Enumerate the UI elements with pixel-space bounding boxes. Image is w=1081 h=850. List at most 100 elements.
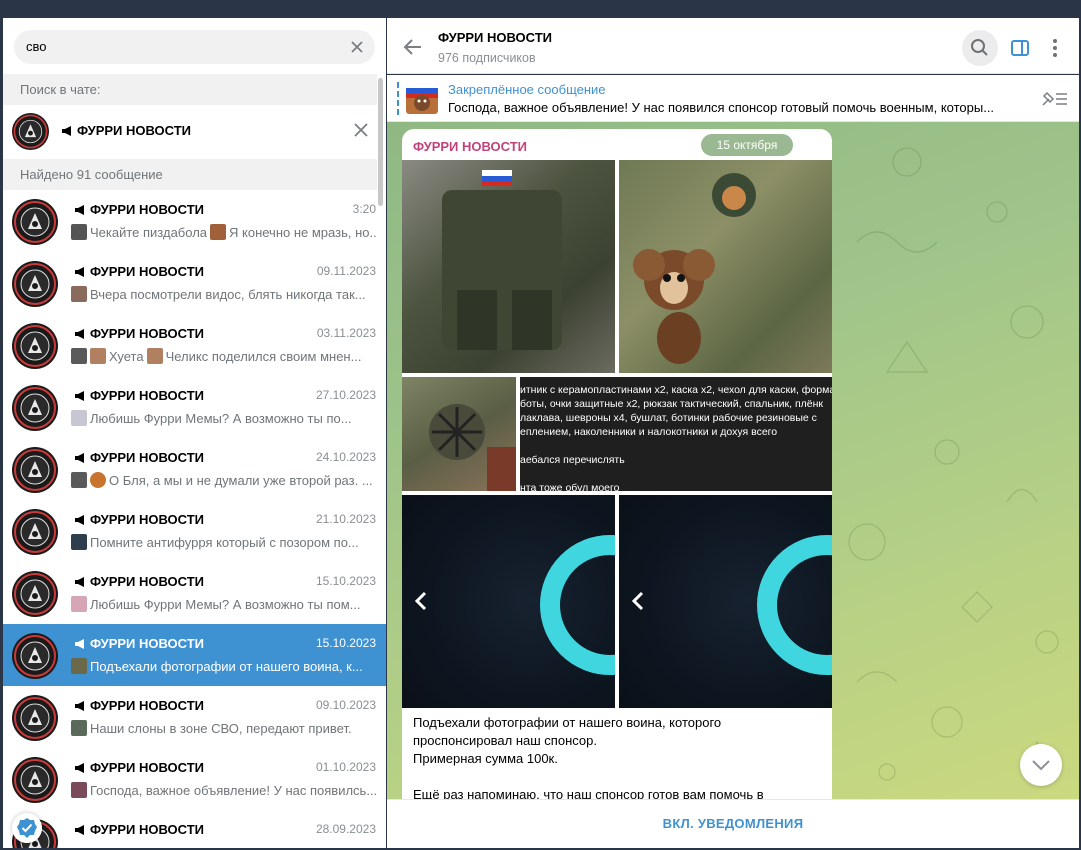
megaphone-icon bbox=[75, 763, 84, 773]
chat-title[interactable]: ФУРРИ НОВОСТИ bbox=[438, 30, 552, 45]
photo-patch-art bbox=[429, 404, 516, 491]
search-result-row[interactable]: ФУРРИ НОВОСТИ 01.10.2023 Господа, важное… bbox=[3, 748, 386, 810]
result-date: 03.11.2023 bbox=[316, 326, 376, 340]
search-result-row[interactable]: ФУРРИ НОВОСТИ 27.10.2023 Любишь Фурри Ме… bbox=[3, 376, 386, 438]
result-preview: Хуета Челикс поделился своим мнен... bbox=[71, 348, 377, 364]
result-preview-text: Я конечно не мразь, но... bbox=[229, 224, 377, 240]
photo-patch[interactable] bbox=[402, 377, 516, 491]
close-icon[interactable] bbox=[353, 122, 369, 138]
search-icon bbox=[971, 39, 988, 56]
pinned-text: Господа, важное объявление! У нас появил… bbox=[448, 100, 995, 115]
search-result-row[interactable]: ФУРРИ НОВОСТИ 21.10.2023 Помните антифур… bbox=[3, 500, 386, 562]
clear-icon[interactable] bbox=[349, 39, 365, 55]
pinned-message-bar[interactable]: Закреплённое сообщение Господа, важное о… bbox=[387, 75, 1079, 122]
sidebar-toggle-button[interactable] bbox=[1002, 30, 1038, 66]
more-button[interactable] bbox=[1037, 30, 1073, 66]
search-input[interactable]: сво bbox=[14, 30, 375, 64]
photo-vest-toy-art bbox=[633, 173, 756, 364]
photo-loading-1[interactable] bbox=[402, 495, 615, 708]
chat-filter[interactable]: ФУРРИ НОВОСТИ bbox=[3, 105, 377, 157]
result-title: ФУРРИ НОВОСТИ bbox=[74, 450, 204, 465]
more-icon bbox=[1053, 39, 1057, 57]
pinned-title: Закреплённое сообщение bbox=[448, 82, 606, 97]
result-preview: Чекайте пиздабола Я конечно не мразь, но.… bbox=[71, 224, 377, 240]
search-result-row[interactable]: ФУРРИ НОВОСТИ 28.09.2023 bbox=[3, 810, 386, 848]
result-preview: Помните антифурря который с позором по..… bbox=[71, 534, 377, 550]
search-results: ФУРРИ НОВОСТИ 3:20 Чекайте пиздабола Я ко… bbox=[3, 190, 386, 848]
chevron-left-icon[interactable] bbox=[414, 591, 428, 611]
megaphone-icon bbox=[75, 825, 84, 835]
chat-filter-label: ФУРРИ НОВОСТИ bbox=[77, 123, 192, 138]
result-preview-text: Хуета bbox=[109, 348, 144, 364]
screenshot-line: еплением, наколенники и налокотники и до… bbox=[520, 426, 778, 438]
search-result-row[interactable]: ФУРРИ НОВОСТИ 24.10.2023 О Бля, а мы и н… bbox=[3, 438, 386, 500]
channel-avatar bbox=[12, 509, 58, 555]
result-title: ФУРРИ НОВОСТИ bbox=[74, 264, 204, 279]
result-title: ФУРРИ НОВОСТИ bbox=[74, 636, 204, 651]
result-title-text: ФУРРИ НОВОСТИ bbox=[90, 574, 205, 589]
megaphone-icon bbox=[75, 639, 84, 649]
photo-list-screenshot[interactable]: итник с керамопластинами х2, каска х2, ч… bbox=[520, 377, 832, 491]
verified-icon[interactable] bbox=[12, 813, 42, 843]
search-query[interactable]: сво bbox=[26, 39, 47, 54]
message-bubble[interactable]: ФУРРИ НОВОСТИ 15 октября итник с керамоп… bbox=[402, 129, 832, 799]
unpin-list-icon[interactable] bbox=[1041, 89, 1069, 107]
screenshot-line: итник с керамопластинами х2, каска х2, ч… bbox=[520, 384, 832, 396]
search-result-row[interactable]: ФУРРИ НОВОСТИ 15.10.2023 Любишь Фурри Ме… bbox=[3, 562, 386, 624]
back-icon[interactable] bbox=[403, 38, 423, 56]
photo-backpack-art bbox=[442, 170, 562, 350]
media-thumbnail bbox=[71, 410, 87, 426]
sidebar: сво Поиск в чате: ФУРРИ НОВОСТИ Найдено … bbox=[3, 18, 386, 848]
message-author[interactable]: ФУРРИ НОВОСТИ bbox=[413, 139, 527, 154]
search-result-row[interactable]: ФУРРИ НОВОСТИ 03.11.2023 Хуета Челикс под… bbox=[3, 314, 386, 376]
photo-loading-2[interactable] bbox=[619, 495, 832, 708]
result-preview-text: Челикс поделился своим мнен... bbox=[165, 348, 362, 364]
result-title-text: ФУРРИ НОВОСТИ bbox=[90, 698, 205, 713]
megaphone-icon bbox=[75, 391, 84, 401]
media-thumbnail bbox=[71, 720, 87, 736]
search-result-row[interactable]: ФУРРИ НОВОСТИ 09.10.2023 Наши слоны в зо… bbox=[3, 686, 386, 748]
bottom-bar: ВКЛ. УВЕДОМЛЕНИЯ bbox=[387, 799, 1079, 848]
megaphone-icon bbox=[75, 701, 84, 711]
result-date: 09.10.2023 bbox=[315, 698, 376, 712]
result-preview: О Бля, а мы и не думали уже второй раз. … bbox=[71, 472, 377, 488]
result-preview-text: Наши слоны в зоне СВО, передают привет. bbox=[90, 720, 352, 736]
screenshot-line bbox=[520, 439, 832, 453]
enable-notifications-button[interactable]: ВКЛ. УВЕДОМЛЕНИЯ bbox=[387, 800, 1079, 848]
megaphone-icon bbox=[75, 267, 84, 277]
result-date: 09.11.2023 bbox=[316, 264, 376, 278]
result-title: ФУРРИ НОВОСТИ bbox=[74, 574, 204, 589]
search-result-row[interactable]: ФУРРИ НОВОСТИ 3:20 Чекайте пиздабола Я ко… bbox=[3, 190, 386, 252]
result-title-text: ФУРРИ НОВОСТИ bbox=[90, 264, 205, 279]
result-preview-text: Подъехали фотографии от нашего воина, к.… bbox=[90, 658, 363, 674]
result-title: ФУРРИ НОВОСТИ bbox=[74, 822, 204, 837]
result-title: ФУРРИ НОВОСТИ bbox=[74, 760, 204, 775]
scroll-down-button[interactable] bbox=[1020, 744, 1062, 786]
search-button[interactable] bbox=[962, 30, 998, 66]
result-preview: Любишь Фурри Мемы? А возможно ты по... bbox=[71, 410, 377, 426]
message-line: Подъехали фотографии от нашего воина, ко… bbox=[413, 715, 722, 730]
result-title-text: ФУРРИ НОВОСТИ bbox=[90, 512, 205, 527]
result-preview-text: Любишь Фурри Мемы? А возможно ты пом... bbox=[90, 596, 361, 612]
result-date: 21.10.2023 bbox=[315, 512, 376, 526]
screenshot-line: аебался перечислять bbox=[520, 454, 625, 466]
result-date: 28.09.2023 bbox=[315, 822, 376, 836]
message-line bbox=[413, 768, 823, 786]
search-result-row[interactable]: ФУРРИ НОВОСТИ 09.11.2023 Вчера посмотрел… bbox=[3, 252, 386, 314]
messages-area[interactable]: ФУРРИ НОВОСТИ 15 октября итник с керамоп… bbox=[387, 122, 1079, 799]
search-result-row[interactable]: ФУРРИ НОВОСТИ 15.10.2023 Подъехали фотог… bbox=[3, 624, 386, 686]
media-thumbnail bbox=[71, 596, 87, 612]
photo-vest-toy[interactable] bbox=[619, 160, 832, 373]
telegram-window: сво Поиск в чате: ФУРРИ НОВОСТИ Найдено … bbox=[0, 0, 1081, 850]
result-title: ФУРРИ НОВОСТИ bbox=[74, 698, 204, 713]
result-title-text: ФУРРИ НОВОСТИ bbox=[90, 636, 205, 651]
screenshot-line: боты, очки защитные х2, рюкзак тактическ… bbox=[520, 398, 823, 410]
photo-backpack[interactable] bbox=[402, 160, 615, 373]
media-thumbnail bbox=[71, 534, 87, 550]
result-preview-text: Любишь Фурри Мемы? А возможно ты по... bbox=[90, 410, 352, 426]
result-date: 15.10.2023 bbox=[315, 636, 376, 650]
sidebar-scrollbar[interactable] bbox=[378, 78, 383, 206]
result-title: ФУРРИ НОВОСТИ bbox=[74, 202, 204, 217]
chevron-left-icon[interactable] bbox=[631, 591, 645, 611]
result-preview: Господа, важное объявление! У нас появил… bbox=[71, 782, 377, 798]
